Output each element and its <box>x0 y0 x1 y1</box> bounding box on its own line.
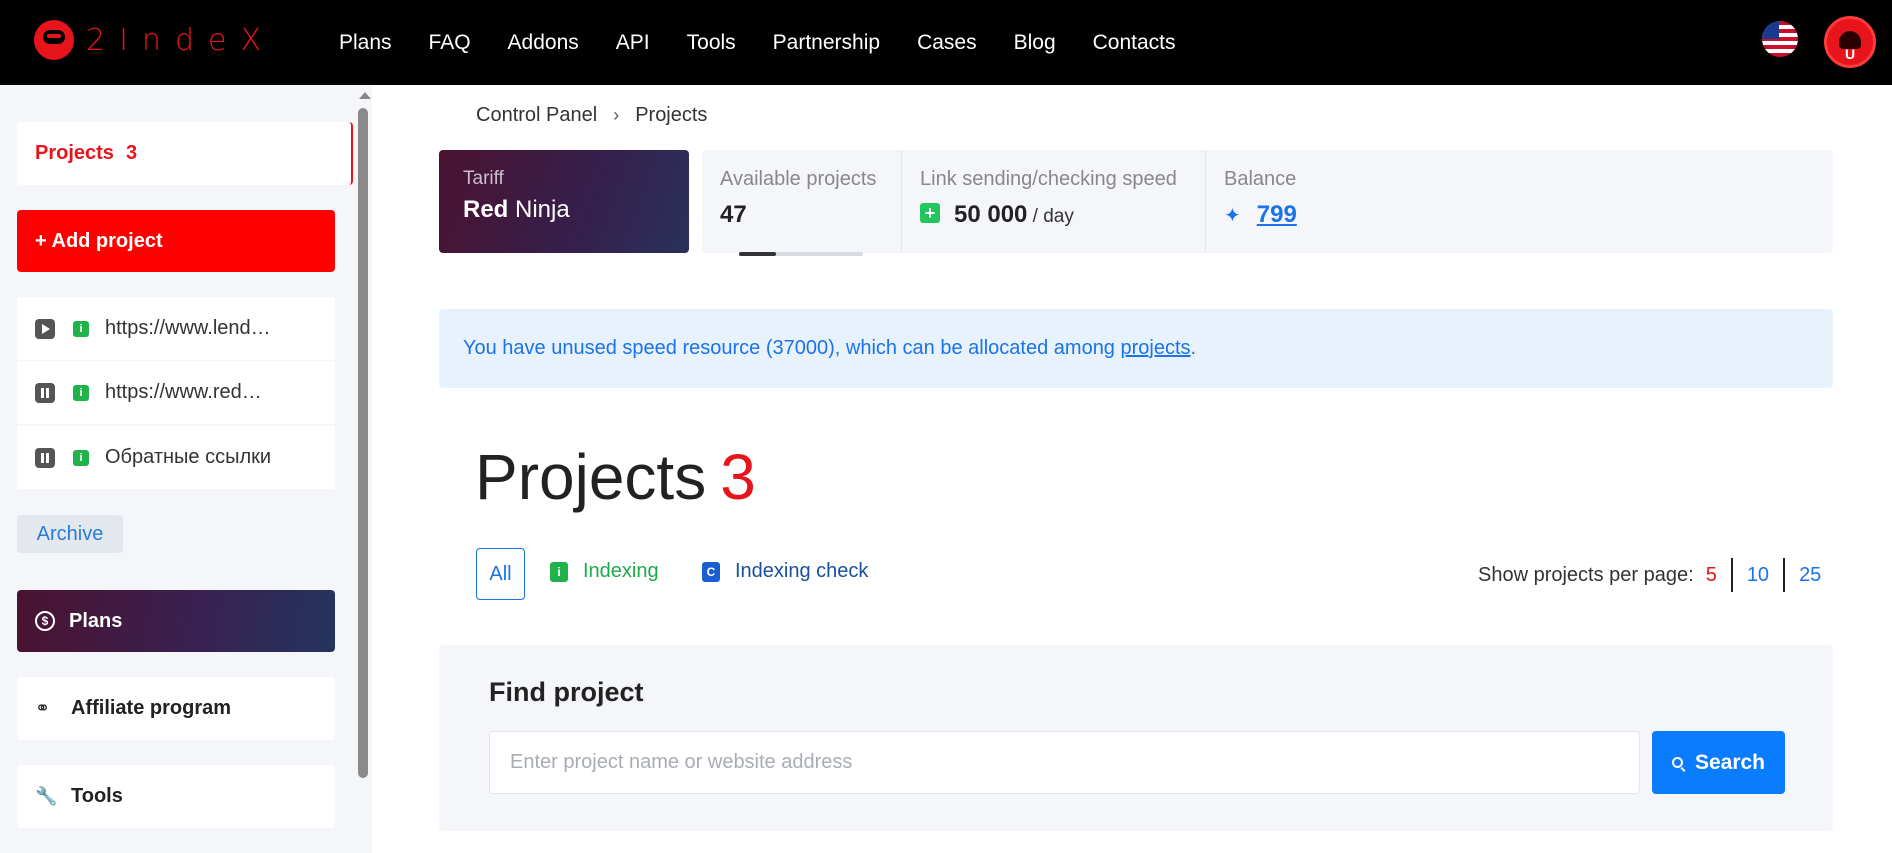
available-projects-label: Available projects <box>720 168 877 190</box>
ninja-logo-icon <box>34 20 74 60</box>
sidebar: Projects 3 + Add project i https://www.l… <box>0 85 372 853</box>
us-flag-icon[interactable] <box>1762 21 1798 57</box>
search-button[interactable]: Search <box>1652 731 1785 794</box>
available-projects-progress <box>739 252 863 256</box>
plans-label: Plans <box>69 609 123 632</box>
nav-plans[interactable]: Plans <box>339 31 392 55</box>
sidebar-plans-button[interactable]: $ Plans <box>17 590 335 652</box>
tariff-name: Red Ninja <box>463 196 570 223</box>
top-navbar: 2IndeX Plans FAQ Addons API Tools Partne… <box>0 0 1892 85</box>
play-icon[interactable] <box>35 318 55 339</box>
per-page-label: Show projects per page: <box>1478 563 1694 586</box>
divider <box>901 150 902 253</box>
add-project-button[interactable]: + Add project <box>17 210 335 272</box>
speed-value: +50 000 / day <box>920 201 1177 229</box>
unused-speed-alert: You have unused speed resource (37000), … <box>439 309 1833 388</box>
balance-link[interactable]: 799 <box>1257 201 1297 228</box>
indexing-status-icon: i <box>73 384 89 401</box>
sidebar-project-item[interactable]: i https://www.red… <box>17 361 335 424</box>
balance-stat: Balance ✦ 799 <box>1224 168 1297 229</box>
pause-icon[interactable] <box>35 447 55 468</box>
find-project-panel: Find project Search <box>439 645 1833 831</box>
speed-stat: Link sending/checking speed +50 000 / da… <box>920 168 1177 229</box>
nav-partnership[interactable]: Partnership <box>773 31 880 55</box>
affiliate-icon: ⚭ <box>35 698 51 718</box>
tariff-label: Tariff <box>463 168 504 189</box>
affiliate-label: Affiliate program <box>71 697 232 719</box>
scrollbar-thumb[interactable] <box>358 108 368 778</box>
per-page-selector: Show projects per page: 5 10 25 <box>1478 558 1835 592</box>
nav-blog[interactable]: Blog <box>1014 31 1056 55</box>
breadcrumb-control-panel[interactable]: Control Panel <box>476 104 597 127</box>
per-page-option-5[interactable]: 5 <box>1694 558 1731 592</box>
project-name: https://www.lend… <box>105 317 271 339</box>
project-name: Обратные ссылки <box>105 446 272 468</box>
filter-all-tab[interactable]: All <box>476 548 525 600</box>
breadcrumb: Control Panel › Projects <box>476 104 707 127</box>
chevron-right-icon: › <box>613 105 620 125</box>
project-name: https://www.red… <box>105 381 262 403</box>
sidebar-projects-count: 3 <box>125 142 138 164</box>
nav-addons[interactable]: Addons <box>508 31 579 55</box>
scroll-up-arrow-icon[interactable] <box>359 92 371 99</box>
filter-indexing-check-tab[interactable]: C Indexing check <box>702 560 868 583</box>
sidebar-projects-label: Projects <box>35 142 114 164</box>
logo-text: 2IndeX <box>86 22 275 58</box>
speed-label: Link sending/checking speed <box>920 168 1177 190</box>
page-title: Projects 3 <box>475 441 756 513</box>
account-stats: Available projects 47 Link sending/check… <box>702 150 1833 253</box>
user-avatar[interactable] <box>1824 16 1876 68</box>
nav-faq[interactable]: FAQ <box>429 31 471 55</box>
nav-cases[interactable]: Cases <box>917 31 977 55</box>
divider <box>1205 150 1206 253</box>
archive-button[interactable]: Archive <box>17 515 123 553</box>
indexing-status-icon: i <box>73 320 89 337</box>
alert-projects-link[interactable]: projects <box>1121 337 1191 360</box>
project-search-input[interactable] <box>489 731 1640 794</box>
sidebar-affiliate-link[interactable]: ⚭ Affiliate program <box>17 677 335 740</box>
progress-fill <box>739 252 777 256</box>
dollar-icon: $ <box>35 611 55 631</box>
available-projects-stat: Available projects 47 <box>720 168 876 229</box>
nav-contacts[interactable]: Contacts <box>1093 31 1176 55</box>
find-project-title: Find project <box>489 677 644 707</box>
add-speed-icon[interactable]: + <box>920 203 940 223</box>
balance-value-row: ✦ 799 <box>1224 201 1297 229</box>
sidebar-scrollbar[interactable] <box>357 92 371 782</box>
logo[interactable]: 2IndeX <box>34 20 275 60</box>
sidebar-project-item[interactable]: i Обратные ссылки <box>17 426 335 489</box>
star-icon: ✦ <box>1224 205 1241 227</box>
sidebar-projects-header[interactable]: Projects 3 <box>17 122 353 185</box>
sidebar-project-item[interactable]: i https://www.lend… <box>17 297 335 360</box>
nav-tools[interactable]: Tools <box>687 31 736 55</box>
projects-count: 3 <box>720 441 756 513</box>
pause-icon[interactable] <box>35 382 55 403</box>
indexing-check-icon: C <box>702 561 720 582</box>
nav-api[interactable]: API <box>616 31 650 55</box>
alert-text: You have unused speed resource (37000), … <box>463 337 1115 359</box>
indexing-icon: i <box>550 561 568 582</box>
sidebar-tools-link[interactable]: 🔧 Tools <box>17 765 335 828</box>
breadcrumb-current: Projects <box>635 104 708 126</box>
per-page-option-25[interactable]: 25 <box>1783 558 1835 592</box>
tariff-card[interactable]: Tariff Red Ninja <box>439 150 689 253</box>
balance-label: Balance <box>1224 168 1297 190</box>
available-projects-value: 47 <box>720 201 747 228</box>
search-icon <box>1671 757 1683 768</box>
tools-label: Tools <box>71 785 123 807</box>
filter-indexing-tab[interactable]: i Indexing <box>550 560 659 583</box>
main-nav: Plans FAQ Addons API Tools Partnership C… <box>339 0 1213 85</box>
per-page-option-10[interactable]: 10 <box>1730 558 1783 592</box>
indexing-status-icon: i <box>73 449 89 466</box>
wrench-icon: 🔧 <box>35 786 58 806</box>
